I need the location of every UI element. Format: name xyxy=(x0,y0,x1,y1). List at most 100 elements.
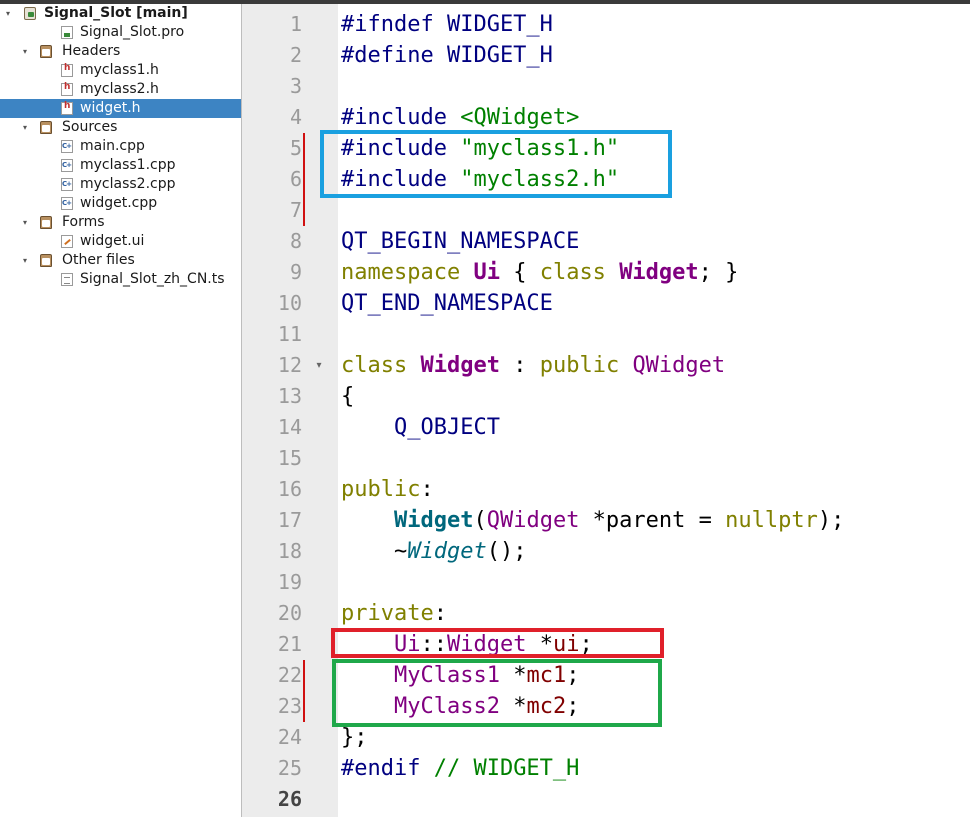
code-token: ( xyxy=(473,508,487,533)
tree-item-label: Signal_Slot_zh_CN.ts xyxy=(80,271,225,287)
code-token: class xyxy=(341,353,421,378)
code-line[interactable]: Widget(QWidget *parent = nullptr); xyxy=(341,505,844,536)
tree-item-forms[interactable]: ▾ Forms xyxy=(0,213,241,232)
code-token: // WIDGET_H xyxy=(433,756,580,781)
tree-item-myclass1-cpp[interactable]: myclass1.cpp xyxy=(0,156,241,175)
forms-folder-icon xyxy=(40,216,52,229)
tree-item-label: widget.cpp xyxy=(80,195,158,211)
tree-item-signal-slot-main[interactable]: ▾ Signal_Slot [main] xyxy=(0,4,241,23)
code-line[interactable]: QT_END_NAMESPACE xyxy=(341,288,553,319)
pro-file-icon xyxy=(61,26,73,39)
code-line[interactable]: public: xyxy=(341,474,434,505)
cpp-file-icon xyxy=(61,159,73,172)
class-members-highlight-box xyxy=(332,659,662,727)
code-line[interactable]: { xyxy=(341,381,354,412)
code-token: public xyxy=(539,353,633,378)
sources-folder-icon xyxy=(40,121,52,134)
code-token: QWidget xyxy=(486,508,580,533)
project-icon xyxy=(24,7,36,20)
tree-item-main-cpp[interactable]: main.cpp xyxy=(0,137,241,156)
line-number: 6 xyxy=(289,167,302,191)
code-token: ); xyxy=(817,508,845,533)
code-token: { xyxy=(499,260,540,285)
code-line[interactable]: namespace Ui { class Widget; } xyxy=(341,257,738,288)
code-token: QT_BEGIN_NAMESPACE xyxy=(341,229,580,254)
tree-item-widget-h[interactable]: widget.h xyxy=(0,99,241,118)
line-number: 15 xyxy=(277,446,302,470)
tree-item-sources[interactable]: ▾ Sources xyxy=(0,118,241,137)
code-token: Widget xyxy=(420,353,500,378)
expand-arrow-icon[interactable]: ▾ xyxy=(3,4,13,23)
code-token: public xyxy=(341,477,421,502)
line-number: 21 xyxy=(277,632,302,656)
line-number: 16 xyxy=(277,477,302,501)
code-token: <QWidget> xyxy=(460,105,580,130)
tree-item-signal-slot-zh-cn-ts[interactable]: Signal_Slot_zh_CN.ts xyxy=(0,270,241,289)
tree-item-headers[interactable]: ▾ Headers xyxy=(0,42,241,61)
tree-item-myclass1-h[interactable]: myclass1.h xyxy=(0,61,241,80)
code-token: #include xyxy=(341,105,461,130)
code-line[interactable]: Q_OBJECT xyxy=(341,412,500,443)
code-line[interactable]: class Widget : public QWidget xyxy=(341,350,725,381)
line-number: 18 xyxy=(277,539,302,563)
code-line[interactable]: QT_BEGIN_NAMESPACE xyxy=(341,226,579,257)
tree-item-widget-ui[interactable]: widget.ui xyxy=(0,232,241,251)
tree-item-label: myclass1.cpp xyxy=(80,157,176,173)
code-token: (); xyxy=(486,539,527,564)
code-token: QT_END_NAMESPACE xyxy=(341,291,553,316)
code-token: class xyxy=(539,260,620,285)
other-files-folder-icon xyxy=(40,254,52,267)
line-number: 20 xyxy=(277,601,302,625)
line-number: 8 xyxy=(289,229,302,253)
line-number: 11 xyxy=(277,322,302,346)
expand-arrow-icon[interactable]: ▾ xyxy=(20,42,30,61)
expand-arrow-icon[interactable]: ▾ xyxy=(20,251,30,270)
code-token: Ui xyxy=(473,260,500,285)
line-number: 9 xyxy=(289,260,302,284)
expand-arrow-icon[interactable]: ▾ xyxy=(20,118,30,137)
tree-item-myclass2-h[interactable]: myclass2.h xyxy=(0,80,241,99)
code-line[interactable]: #ifndef WIDGET_H xyxy=(341,9,553,40)
code-token: private xyxy=(341,601,434,626)
code-token: ; } xyxy=(698,260,739,285)
code-line[interactable]: #define WIDGET_H xyxy=(341,40,553,71)
tree-item-label: Forms xyxy=(62,214,105,230)
line-number: 14 xyxy=(277,415,302,439)
line-number: 13 xyxy=(277,384,302,408)
tree-item-label: Sources xyxy=(62,119,118,135)
tree-item-label: widget.ui xyxy=(80,233,145,249)
code-line[interactable]: private: xyxy=(341,598,447,629)
line-number: 4 xyxy=(289,105,302,129)
tree-item-myclass2-cpp[interactable]: myclass2.cpp xyxy=(0,175,241,194)
line-number: 26 xyxy=(277,787,302,811)
tree-item-widget-cpp[interactable]: widget.cpp xyxy=(0,194,241,213)
cpp-file-icon xyxy=(61,140,73,153)
tree-item-label: Signal_Slot.pro xyxy=(80,24,185,40)
line-number: 19 xyxy=(277,570,302,594)
line-number: 5 xyxy=(289,136,302,160)
fold-arrow-icon[interactable]: ▾ xyxy=(312,350,326,381)
cpp-file-icon xyxy=(61,178,73,191)
code-token: : xyxy=(433,601,447,626)
line-number: 24 xyxy=(277,725,302,749)
code-line[interactable]: #include <QWidget> xyxy=(341,102,579,133)
project-tree-panel[interactable]: ▾ Signal_Slot [main] Signal_Slot.pro ▾ Heade… xyxy=(0,4,242,817)
line-number: 17 xyxy=(277,508,302,532)
line-number: 2 xyxy=(289,43,302,67)
code-token: #endif xyxy=(341,756,434,781)
tree-item-signal-slot-pro[interactable]: Signal_Slot.pro xyxy=(0,23,241,42)
headers-folder-icon xyxy=(40,45,52,58)
code-line[interactable]: #endif // WIDGET_H xyxy=(341,753,579,784)
expand-arrow-icon[interactable]: ▾ xyxy=(20,213,30,232)
code-token: }; xyxy=(341,725,368,750)
line-number: 23 xyxy=(277,694,302,718)
code-token: namespace xyxy=(341,260,474,285)
ui-member-highlight-box xyxy=(331,628,664,658)
header-file-icon xyxy=(61,63,73,77)
code-token: #ifndef WIDGET_H xyxy=(341,12,553,37)
tree-item-other-files[interactable]: ▾ Other files xyxy=(0,251,241,270)
line-number: 25 xyxy=(277,756,302,780)
code-line[interactable]: ~Widget(); xyxy=(341,536,527,567)
tree-item-label: myclass1.h xyxy=(80,62,159,78)
